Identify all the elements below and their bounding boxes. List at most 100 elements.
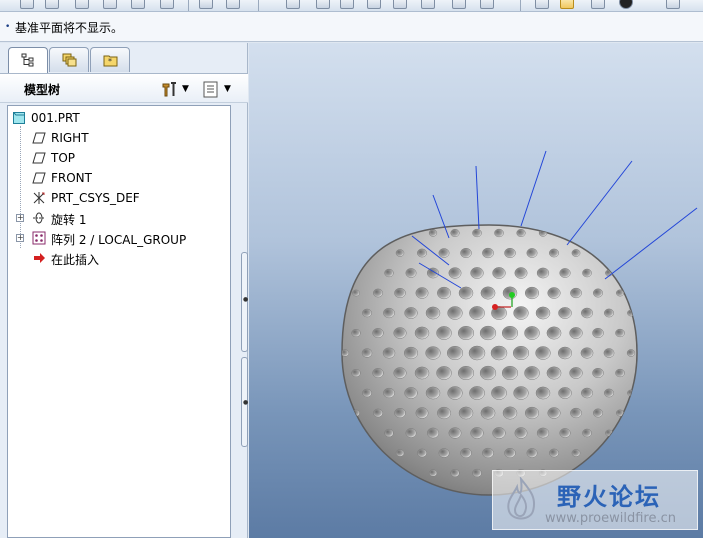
dimple (524, 286, 540, 300)
dimple (482, 447, 494, 459)
dimple (383, 307, 395, 319)
dimple (524, 326, 540, 340)
tree-show-button[interactable]: ▼ (200, 78, 236, 100)
dimple (460, 247, 472, 259)
svg-text:*: * (108, 57, 112, 66)
tree-item-label: PRT_CSYS_DEF (51, 191, 140, 205)
dimple (570, 407, 582, 419)
navigator-panel: * 模型树 ▼ ▼ 001.PRT RIGHT TOP FRONT PRT_CS… (0, 43, 248, 538)
dimple (437, 286, 451, 300)
folder-star-icon: * (103, 55, 118, 67)
dimple (571, 249, 581, 257)
dimple (547, 287, 561, 299)
print-icon[interactable] (103, 0, 117, 9)
dimple (615, 328, 625, 338)
tree-item-right[interactable]: RIGHT (8, 128, 230, 148)
dimple (558, 387, 572, 399)
layer-tree-tab[interactable] (49, 47, 89, 72)
chevron-down-icon: ▼ (182, 84, 189, 94)
plane-display-icon[interactable] (393, 0, 407, 9)
model-tree-tab[interactable] (8, 47, 48, 74)
sphere-shading-icon[interactable] (619, 0, 633, 9)
message-bullet-icon: • (5, 22, 11, 32)
dimple (504, 247, 516, 259)
dimple (415, 407, 429, 419)
tree-item-pattern[interactable]: + 阵列 2 / LOCAL_GROUP (8, 228, 230, 248)
golf-ball-dome-model[interactable] (249, 43, 703, 538)
dimple (460, 447, 472, 459)
tree-item-revolve[interactable]: + 旋转 1 (8, 208, 230, 228)
open-file-icon[interactable] (45, 0, 59, 9)
dimple (469, 306, 485, 320)
dimple (425, 346, 441, 360)
paste-icon[interactable] (316, 0, 330, 9)
dimple (593, 408, 603, 418)
csys-icon (33, 192, 45, 204)
point-display-icon[interactable] (452, 0, 466, 9)
dimple (438, 448, 450, 458)
send-icon[interactable] (131, 0, 145, 9)
dimple (514, 267, 528, 279)
tree-item-top[interactable]: TOP (8, 148, 230, 168)
dimple (472, 228, 482, 238)
expand-icon[interactable]: + (16, 234, 24, 242)
cut-icon[interactable] (286, 0, 300, 9)
dimple (414, 326, 430, 340)
tree-item-label: TOP (51, 151, 76, 165)
csys-display-icon[interactable] (480, 0, 494, 9)
dimple (492, 427, 506, 439)
tree-item-label: FRONT (51, 171, 92, 185)
expand-icon[interactable]: + (16, 214, 24, 222)
tree-item-front[interactable]: FRONT (8, 168, 230, 188)
dimple (438, 248, 450, 258)
insert-here-arrow-icon (34, 253, 45, 263)
dimple (559, 268, 571, 278)
dimple (425, 386, 441, 400)
csys-y-point (509, 292, 515, 298)
dimple (383, 387, 395, 399)
copy-icon[interactable] (160, 0, 174, 9)
model-tree: 001.PRT RIGHT TOP FRONT PRT_CSYS_DEF + 旋… (7, 105, 231, 538)
dimple (450, 468, 460, 478)
appearance-icon[interactable] (591, 0, 605, 9)
axis-display-icon[interactable] (421, 0, 435, 9)
dimple (558, 307, 572, 319)
tree-item-part[interactable]: 001.PRT (8, 108, 230, 128)
tree-item-csys[interactable]: PRT_CSYS_DEF (8, 188, 230, 208)
shading-icon[interactable] (535, 0, 549, 9)
regenerate-icon[interactable] (340, 0, 354, 9)
dimple (395, 449, 405, 457)
dimple (535, 306, 551, 320)
dimple (479, 325, 497, 341)
dimple (384, 268, 394, 278)
datum-axis-line (520, 150, 547, 227)
view-manager-icon[interactable] (367, 0, 381, 9)
dimple (457, 365, 475, 381)
dimple (428, 229, 438, 237)
dimple (351, 368, 361, 378)
dimple (458, 406, 474, 420)
redo-icon[interactable] (226, 0, 240, 9)
sketch-icon[interactable] (666, 0, 680, 9)
favorites-tab[interactable]: * (90, 47, 130, 72)
dimple (501, 365, 519, 381)
datum-axis-line (604, 207, 698, 280)
tree-settings-button[interactable]: ▼ (158, 78, 194, 100)
dimple (582, 428, 592, 438)
tree-item-insert-here[interactable]: 在此插入 (8, 248, 230, 268)
toolbar-separator (258, 0, 259, 11)
spin-center-icon[interactable] (560, 0, 574, 9)
save-icon[interactable] (75, 0, 89, 9)
dimple (581, 387, 593, 399)
graphics-window[interactable] (249, 43, 703, 538)
dimple (592, 367, 604, 379)
undo-icon[interactable] (199, 0, 213, 9)
new-file-icon[interactable] (20, 0, 34, 9)
datum-axis-line (475, 165, 480, 230)
dimple (428, 469, 438, 477)
dimple (480, 286, 496, 300)
dimple (502, 406, 518, 420)
datum-plane-icon (32, 132, 46, 144)
dimple (394, 407, 406, 419)
model-tree-header: 模型树 ▼ ▼ (0, 73, 248, 103)
